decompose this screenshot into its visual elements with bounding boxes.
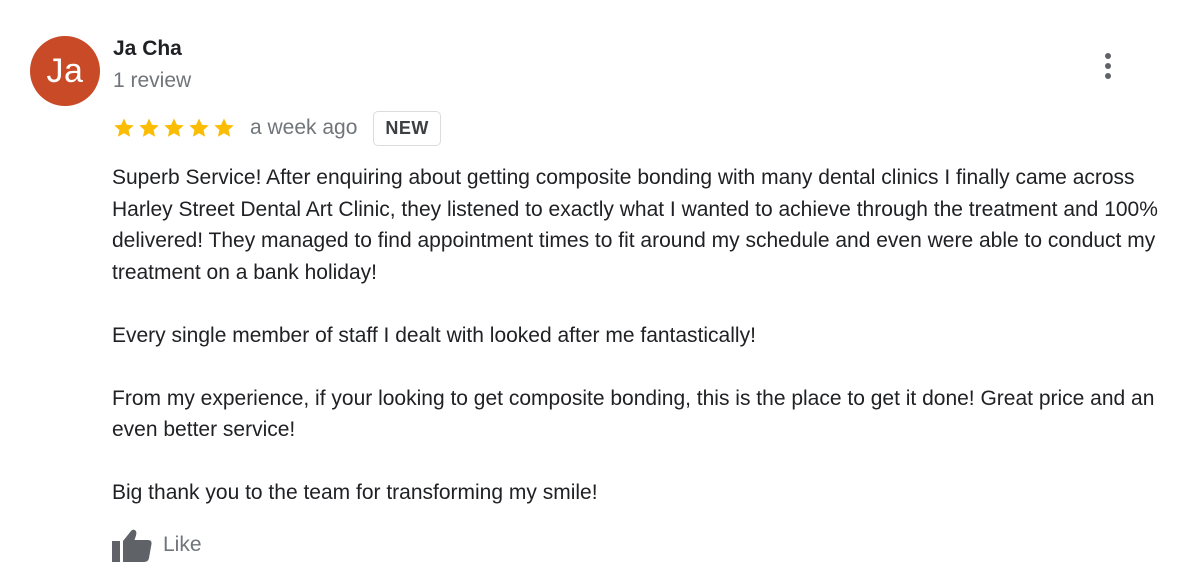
review-text: Superb Service! After enquiring about ge… bbox=[112, 162, 1192, 509]
review-meta: a week ago NEW bbox=[112, 109, 441, 147]
reviewer-name[interactable]: Ja Cha bbox=[113, 37, 182, 61]
star-rating bbox=[112, 116, 236, 140]
review-paragraph: From my experience, if your looking to g… bbox=[112, 386, 1155, 442]
new-badge: NEW bbox=[373, 110, 441, 146]
star-icon bbox=[139, 118, 159, 137]
avatar[interactable]: Ja bbox=[30, 36, 100, 106]
review-paragraph: Big thank you to the team for transformi… bbox=[112, 481, 598, 504]
star-icon bbox=[189, 118, 209, 137]
thumb-up-icon bbox=[112, 529, 152, 562]
star-icon bbox=[114, 118, 134, 137]
star-icon bbox=[214, 118, 234, 137]
review-paragraph: Every single member of staff I dealt wit… bbox=[112, 323, 756, 347]
more-options-button[interactable] bbox=[1096, 50, 1120, 82]
star-icon bbox=[164, 118, 184, 137]
review-paragraph: Superb Service! After enquiring about ge… bbox=[112, 166, 1158, 284]
like-button[interactable]: Like bbox=[112, 528, 202, 562]
review-card: Ja Ja Cha 1 review a week ago NEW Superb… bbox=[0, 0, 1200, 584]
like-label: Like bbox=[163, 533, 202, 556]
more-vert-icon bbox=[1105, 53, 1111, 79]
review-time: a week ago bbox=[250, 116, 358, 139]
review-count: 1 review bbox=[113, 69, 192, 92]
